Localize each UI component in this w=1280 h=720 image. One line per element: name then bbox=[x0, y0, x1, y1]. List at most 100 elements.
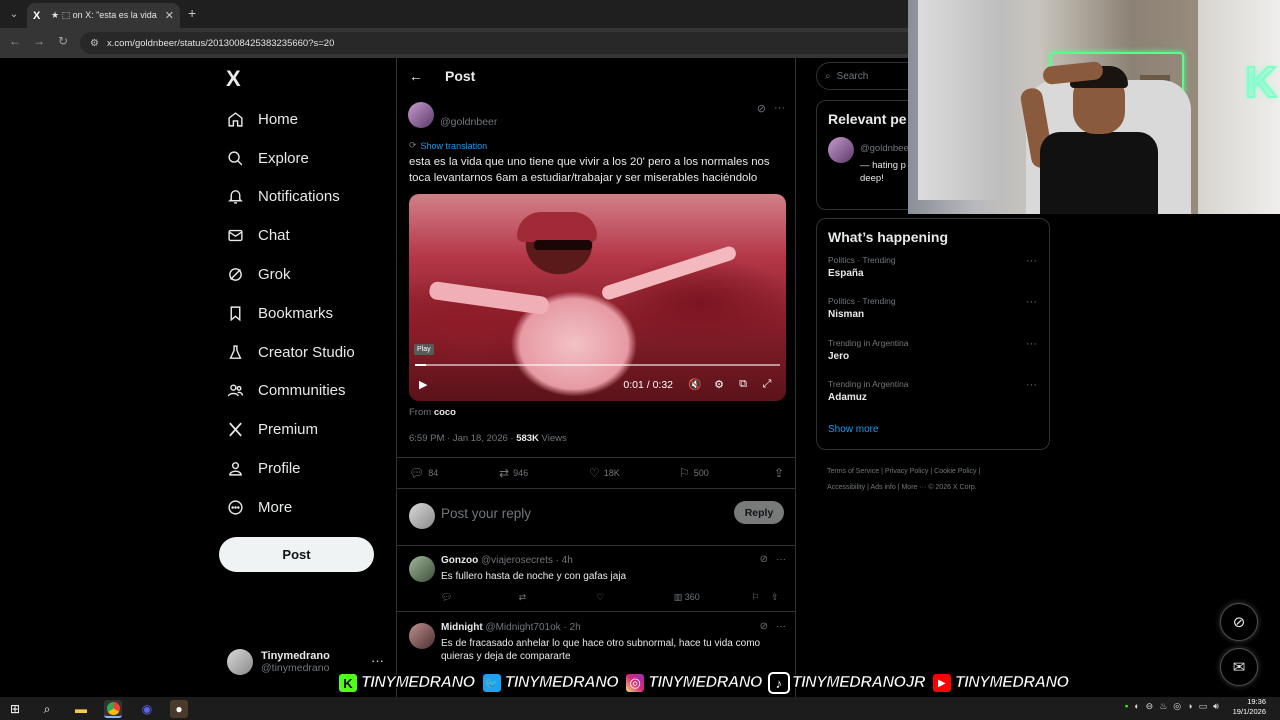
post-timestamp[interactable]: 6:59 PM · Jan 18, 2026 · bbox=[409, 433, 516, 444]
repost-icon[interactable]: ⇄ bbox=[519, 592, 597, 603]
trend-item[interactable]: Politics · Trending Nisman ··· bbox=[817, 296, 1049, 337]
reply-button[interactable]: Reply bbox=[734, 501, 784, 524]
show-more-link[interactable]: Show more bbox=[817, 420, 1049, 439]
show-translation-link[interactable]: ⟳ Show translation bbox=[409, 140, 487, 151]
url-field[interactable]: ⚙ x.com/goldnbeer/status/201300842538323… bbox=[80, 32, 980, 54]
more-icon[interactable]: ··· bbox=[1026, 296, 1037, 308]
avatar[interactable] bbox=[409, 623, 435, 649]
back-icon[interactable]: ← bbox=[6, 34, 24, 48]
footer-link[interactable]: Accessibility bbox=[827, 484, 865, 491]
nav-label: Explore bbox=[258, 149, 309, 167]
more-icon[interactable]: ··· bbox=[1026, 379, 1037, 391]
video-progress-bar[interactable] bbox=[415, 364, 780, 366]
nav-creator-studio[interactable]: Creator Studio bbox=[226, 333, 355, 372]
grok-icon[interactable]: ⊘ bbox=[760, 621, 768, 632]
reply-actions: 💬︎ ⇄ ♡ ▥ 360 ⚐ ⇪ bbox=[441, 592, 791, 603]
nav-bookmarks[interactable]: Bookmarks bbox=[226, 294, 355, 333]
more-icon[interactable]: ··· bbox=[774, 102, 785, 115]
x-logo[interactable]: X bbox=[226, 66, 241, 92]
nav-communities[interactable]: Communities bbox=[226, 372, 355, 411]
footer-link[interactable]: Terms of Service bbox=[827, 468, 879, 475]
heart-icon[interactable]: ♡ bbox=[596, 592, 674, 603]
network-icon[interactable]: ▭ bbox=[1199, 701, 1208, 712]
repost-action[interactable]: ⇄ 946 bbox=[499, 466, 589, 480]
tray-icon[interactable]: ▪ bbox=[1125, 701, 1128, 712]
bell-icon bbox=[226, 188, 244, 206]
discord-icon[interactable]: ◉ bbox=[138, 700, 156, 718]
avatar[interactable] bbox=[409, 556, 435, 582]
settings-icon[interactable]: ⚙ bbox=[707, 378, 731, 391]
relevant-handle[interactable]: @goldnbee bbox=[860, 143, 909, 154]
nav-profile[interactable]: Profile bbox=[226, 449, 355, 488]
new-tab-icon[interactable]: + bbox=[188, 5, 196, 21]
nav-premium[interactable]: Premium bbox=[226, 410, 355, 449]
reply-author-name[interactable]: Midnight bbox=[441, 622, 483, 633]
back-arrow-icon[interactable]: ← bbox=[409, 68, 423, 84]
bookmark-icon[interactable]: ⚐ bbox=[751, 592, 771, 603]
avatar[interactable] bbox=[828, 137, 854, 163]
post-header: ← Post bbox=[397, 58, 795, 94]
windows-start-icon[interactable]: ⊞ bbox=[6, 700, 24, 718]
reply-input[interactable]: Post your reply bbox=[441, 506, 531, 521]
tray-icon[interactable]: ◐ bbox=[1134, 701, 1139, 712]
forward-icon[interactable]: → bbox=[30, 34, 48, 48]
grok-icon[interactable]: ⊘ bbox=[760, 554, 768, 565]
video-player[interactable]: Play ▶ 0:01 / 0:32 🔇 ⚙ ⧉ ⤢ bbox=[409, 194, 786, 401]
nav-notifications[interactable]: Notifications bbox=[226, 178, 355, 217]
share-icon[interactable]: ⇪ bbox=[771, 592, 791, 603]
author-handle[interactable]: @goldnbeer bbox=[440, 116, 497, 128]
nav-home[interactable]: Home bbox=[226, 100, 355, 139]
trend-item[interactable]: Trending in Argentina Adamuz ··· bbox=[817, 379, 1049, 420]
post-button[interactable]: Post bbox=[219, 537, 374, 572]
steam-icon[interactable]: ♨ bbox=[1159, 701, 1167, 712]
reload-icon[interactable]: ↻ bbox=[54, 34, 72, 48]
post-author[interactable]: @goldnbeer bbox=[408, 102, 497, 128]
tray-icon[interactable]: ◑ bbox=[1187, 701, 1192, 712]
reply-item[interactable]: Gonzoo @viajerosecrets · 4h ⊘ ··· Es full… bbox=[397, 546, 795, 612]
fullscreen-icon[interactable]: ⤢ bbox=[755, 378, 779, 391]
close-tab-icon[interactable]: ✕ bbox=[165, 9, 174, 22]
tray-icon[interactable]: ⊖ bbox=[1146, 701, 1154, 712]
footer-link[interactable]: Privacy Policy bbox=[885, 468, 929, 475]
nav-more[interactable]: More bbox=[226, 488, 355, 527]
footer-link[interactable]: Cookie Policy bbox=[934, 468, 976, 475]
more-icon[interactable]: ··· bbox=[776, 554, 786, 565]
share-action[interactable]: ⇪ bbox=[774, 466, 784, 480]
like-action[interactable]: ♡ 18K bbox=[589, 466, 679, 480]
bookmark-action[interactable]: ⚐ 500 bbox=[679, 466, 769, 480]
taskbar-clock[interactable]: 19:36 19/1/2026 bbox=[1233, 697, 1266, 717]
nav-grok[interactable]: Grok bbox=[226, 255, 355, 294]
chrome-icon[interactable] bbox=[104, 700, 122, 718]
play-icon[interactable]: ▶ bbox=[419, 378, 427, 391]
account-menu-icon[interactable]: ··· bbox=[371, 653, 384, 668]
trend-item[interactable]: Politics · Trending España ··· bbox=[817, 255, 1049, 296]
pip-icon[interactable]: ⧉ bbox=[731, 378, 755, 391]
volume-icon[interactable]: 🔊︎ bbox=[1213, 701, 1219, 712]
messages-fab-icon[interactable]: ✉ bbox=[1220, 648, 1258, 686]
file-explorer-icon[interactable]: ▬ bbox=[72, 700, 90, 718]
grok-fab-icon[interactable]: ⊘ bbox=[1220, 603, 1258, 641]
trend-item[interactable]: Trending in Argentina Jero ··· bbox=[817, 338, 1049, 379]
reply-icon[interactable]: 💬︎ bbox=[441, 592, 519, 603]
tab-search-icon[interactable]: ⌄ bbox=[5, 5, 23, 23]
browser-tab[interactable]: X ★ ⬚ on X: "esta es la vida que uno ✕ bbox=[27, 3, 180, 28]
mute-icon[interactable]: 🔇 bbox=[683, 378, 707, 391]
from-name[interactable]: coco bbox=[434, 407, 456, 418]
footer-link[interactable]: Ads info bbox=[870, 484, 895, 491]
trend-context: Politics · Trending bbox=[828, 296, 896, 307]
site-info-icon[interactable]: ⚙ bbox=[90, 38, 99, 49]
nav-explore[interactable]: Explore bbox=[226, 139, 355, 178]
footer-link[interactable]: More ··· bbox=[901, 484, 926, 491]
tray-icon[interactable]: ◎ bbox=[1173, 701, 1181, 712]
search-icon[interactable]: ⌕ bbox=[38, 700, 56, 718]
more-icon[interactable]: ··· bbox=[1026, 338, 1037, 350]
obs-icon[interactable]: ● bbox=[170, 700, 188, 718]
more-icon[interactable]: ··· bbox=[776, 621, 786, 632]
views-action[interactable]: ▥ 360 bbox=[674, 592, 752, 603]
more-icon[interactable]: ··· bbox=[1026, 255, 1037, 267]
author-avatar[interactable] bbox=[408, 102, 434, 128]
reply-author-name[interactable]: Gonzoo bbox=[441, 555, 478, 566]
reply-action[interactable]: 💬︎ 84 bbox=[409, 466, 499, 480]
grok-icon[interactable]: ⊘ bbox=[757, 102, 766, 115]
nav-chat[interactable]: Chat bbox=[226, 216, 355, 255]
